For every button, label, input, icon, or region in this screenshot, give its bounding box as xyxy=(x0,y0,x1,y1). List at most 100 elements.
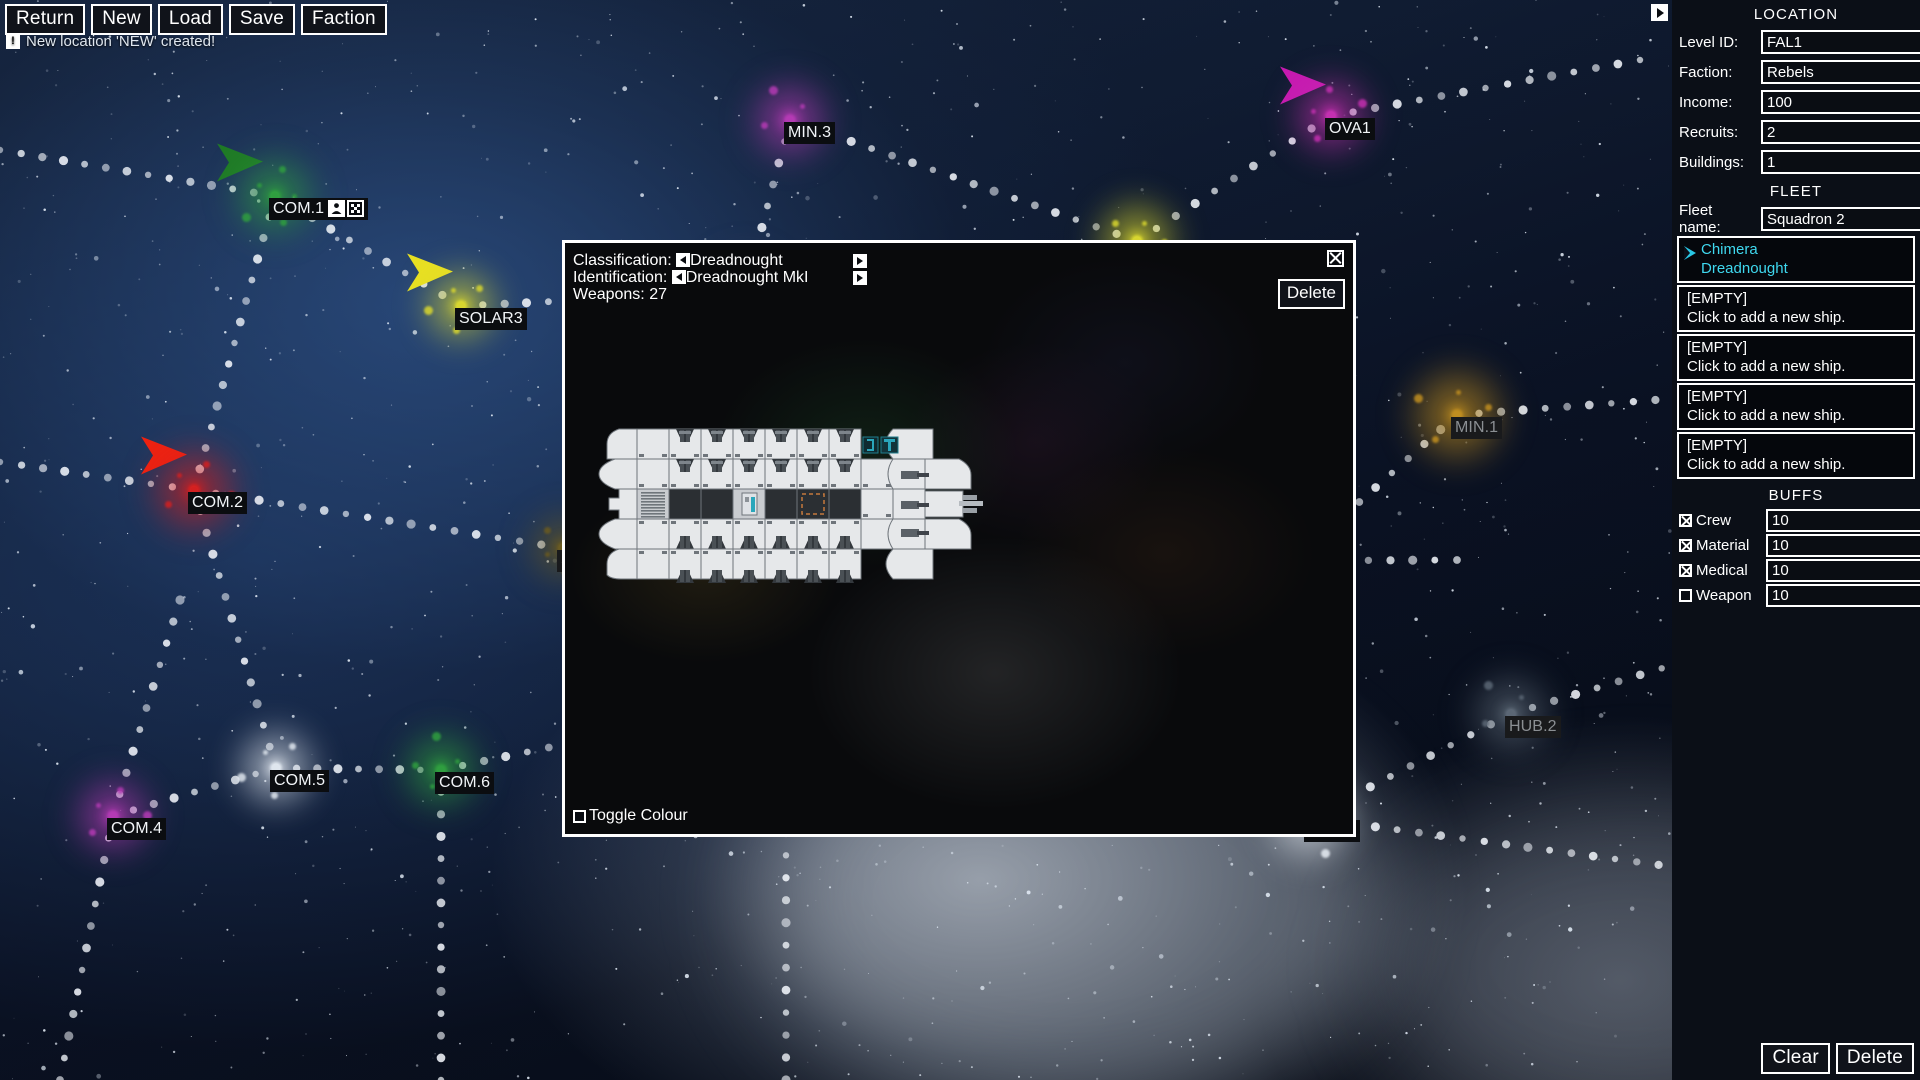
node-label: COM.1 xyxy=(269,198,369,220)
person-icon[interactable] xyxy=(328,200,346,218)
node-spark xyxy=(256,182,262,188)
recruits-label: Recruits: xyxy=(1679,123,1739,141)
delete-location-button[interactable]: Delete xyxy=(1835,1043,1914,1074)
return-button[interactable]: Return xyxy=(5,4,86,35)
node-label-text: HUB.2 xyxy=(1509,718,1557,735)
node-spark xyxy=(241,213,251,222)
fleet-slot-0[interactable]: Chimera Dreadnought xyxy=(1677,236,1915,283)
selected-caret-icon xyxy=(1684,246,1696,260)
fleet-name-label: Fleet name: xyxy=(1679,202,1721,236)
node-label: MIN.3 xyxy=(784,122,836,144)
weapons-value: 27 xyxy=(649,286,667,303)
fleet-slot-subtitle: Dreadnought xyxy=(1701,260,1788,277)
fleet-name-input[interactable] xyxy=(1761,207,1920,231)
fleet-slot-name: Chimera xyxy=(1701,241,1758,258)
node-badges xyxy=(328,200,365,218)
ship-detail-modal: Classification: Dreadnought Identificati… xyxy=(562,240,1356,837)
status-message-text: New location 'NEW' created! xyxy=(26,33,216,50)
node-label: SOLAR3 xyxy=(455,308,527,330)
save-button[interactable]: Save xyxy=(228,4,296,35)
buff-row-crew: Crew% xyxy=(1672,508,1920,533)
node-spark xyxy=(799,103,805,109)
weapons-row: Weapons: 27 xyxy=(573,286,667,304)
faction-input[interactable] xyxy=(1761,60,1920,84)
identification-value: Dreadnought MkI xyxy=(685,269,809,286)
node-spark xyxy=(475,285,483,292)
fleet-slot-list: Chimera Dreadnought [EMPTY] Click to add a … xyxy=(1672,236,1920,479)
fleet-slot-subtitle: Click to add a new ship. xyxy=(1687,407,1846,424)
clear-button[interactable]: Clear xyxy=(1761,1043,1830,1074)
classification-next-icon[interactable] xyxy=(853,254,867,268)
fleet-slot-1[interactable]: [EMPTY] Click to add a new ship. xyxy=(1677,285,1915,332)
node-spark xyxy=(1141,220,1147,226)
ship-blueprint xyxy=(587,413,1007,608)
node-spark xyxy=(1358,98,1368,108)
new-button[interactable]: New xyxy=(91,4,152,35)
buff-value-input-medical[interactable] xyxy=(1766,559,1920,582)
fleet-slot-subtitle: Click to add a new ship. xyxy=(1687,456,1846,473)
node-spark xyxy=(431,731,441,741)
classification-label: Classification: xyxy=(573,252,672,269)
location-section-title: LOCATION xyxy=(1753,6,1839,23)
buff-value-input-material[interactable] xyxy=(1766,534,1920,557)
node-spark xyxy=(262,749,268,755)
node-label-text: COM.5 xyxy=(274,772,326,789)
node-label: COM.5 xyxy=(270,770,330,792)
node-label-text: COM.2 xyxy=(192,494,244,511)
buff-label: Material xyxy=(1696,537,1750,554)
buff-value-input-crew[interactable] xyxy=(1766,509,1920,532)
identification-next-icon[interactable] xyxy=(853,271,867,285)
node-label: MIN.1 xyxy=(1451,417,1503,439)
node-label-text: MIN.3 xyxy=(788,124,832,141)
faction-button[interactable]: Faction xyxy=(301,4,387,35)
buff-checkbox-medical[interactable] xyxy=(1679,564,1692,577)
node-spark xyxy=(429,783,435,789)
node-spark xyxy=(1481,719,1489,727)
field-row-recruits: Recruits: xyxy=(1672,117,1920,147)
fleet-slot-3[interactable]: [EMPTY] Click to add a new ship. xyxy=(1677,383,1915,430)
grid-icon[interactable] xyxy=(347,200,365,218)
identification-prev-icon[interactable] xyxy=(671,270,686,284)
node-label-text: COM.4 xyxy=(111,820,163,837)
fleet-slot-subtitle: Click to add a new ship. xyxy=(1687,358,1846,375)
load-button[interactable]: Load xyxy=(157,4,223,35)
classification-row: Classification: Dreadnought xyxy=(573,252,783,270)
buff-label: Medical xyxy=(1696,562,1748,579)
fleet-slot-4[interactable]: [EMPTY] Click to add a new ship. xyxy=(1677,432,1915,479)
identification-label: Identification: xyxy=(573,269,668,286)
toggle-colour-checkbox[interactable]: Toggle Colour xyxy=(573,807,688,825)
top-toolbar: Return New Load Save Faction xyxy=(5,4,387,35)
status-message-bar: ! New location 'NEW' created! xyxy=(6,33,215,50)
node-spark xyxy=(1456,389,1462,395)
faction-label: Faction: xyxy=(1679,63,1733,81)
field-row-level-id: Level ID: xyxy=(1672,27,1920,57)
node-label: COM.4 xyxy=(107,818,167,840)
fleet-slot-name: [EMPTY] xyxy=(1687,437,1748,454)
node-label: COM.6 xyxy=(435,772,495,794)
toggle-colour-box[interactable] xyxy=(573,809,586,823)
income-label: Income: xyxy=(1679,93,1733,111)
delete-ship-button[interactable]: Delete xyxy=(1277,279,1345,309)
node-spark xyxy=(1413,394,1423,404)
close-icon[interactable] xyxy=(1327,250,1344,267)
node-label-text: COM.1 xyxy=(273,200,325,217)
classification-prev-icon[interactable] xyxy=(676,253,691,267)
buff-value-input-weapon[interactable] xyxy=(1766,584,1920,607)
node-spark xyxy=(411,761,419,769)
identification-row: Identification: Dreadnought MkI xyxy=(573,269,808,287)
node-spark xyxy=(165,500,173,508)
recruits-input[interactable] xyxy=(1761,120,1920,144)
play-arrow-icon[interactable] xyxy=(1651,4,1668,21)
node-label: OVA1 xyxy=(1325,118,1375,140)
level-id-input[interactable] xyxy=(1761,30,1920,54)
buff-checkbox-weapon[interactable] xyxy=(1679,589,1692,602)
buff-checkbox-crew[interactable] xyxy=(1679,514,1692,527)
buildings-input[interactable] xyxy=(1761,150,1920,174)
node-label: HUB.2 xyxy=(1505,716,1561,738)
weapons-label: Weapons: xyxy=(573,286,645,303)
buff-checkbox-material[interactable] xyxy=(1679,539,1692,552)
buff-label: Crew xyxy=(1696,512,1732,529)
income-input[interactable] xyxy=(1761,90,1920,114)
sidebar-bottom-buttons: Clear Delete xyxy=(1761,1043,1914,1074)
fleet-slot-2[interactable]: [EMPTY] Click to add a new ship. xyxy=(1677,334,1915,381)
